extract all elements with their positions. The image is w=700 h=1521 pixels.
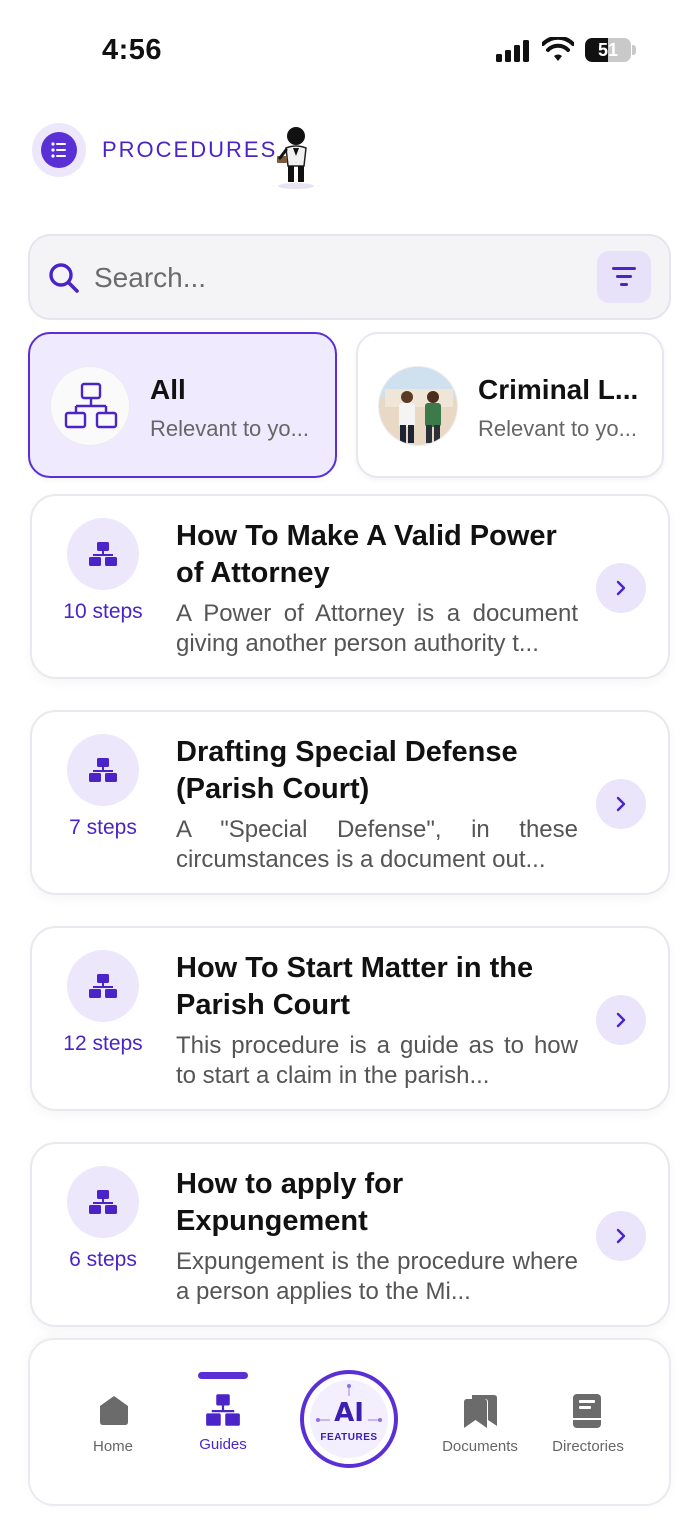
filter-icon <box>612 267 636 286</box>
procedure-description: A Power of Attorney is a document giving… <box>176 600 578 657</box>
ai-subtitle: FEATURES <box>320 1432 378 1443</box>
procedure-description: This procedure is a guide as to how to s… <box>176 1032 578 1089</box>
guides-icon <box>67 734 139 806</box>
procedure-description: Expungement is the procedure where a per… <box>176 1248 578 1305</box>
signal-icon <box>496 40 529 62</box>
steps-count: 7 steps <box>69 816 137 839</box>
nav-directories[interactable]: Directories <box>542 1340 634 1508</box>
search-icon <box>49 263 79 293</box>
nav-documents[interactable]: Documents <box>430 1340 530 1508</box>
hierarchy-icon <box>50 366 130 446</box>
open-procedure-button[interactable] <box>596 563 646 613</box>
chevron-right-icon <box>616 796 626 812</box>
procedure-title: How to apply for Expungement <box>176 1168 404 1237</box>
wifi-icon <box>542 37 574 61</box>
category-title: Criminal L... <box>478 374 639 405</box>
procedure-card[interactable]: 10 steps How To Make A Valid Power of At… <box>30 494 670 679</box>
category-subtitle: Relevant to yo... <box>478 416 637 441</box>
page-title: PROCEDURES <box>102 137 278 162</box>
steps-count: 12 steps <box>63 1032 143 1055</box>
battery-percent: 51 <box>597 40 619 60</box>
nav-label: Documents <box>442 1438 518 1455</box>
procedure-title: How To Start Matter in the Parish Court <box>176 952 534 1021</box>
battery-icon: 51 <box>585 38 631 62</box>
guides-icon <box>67 518 139 590</box>
procedures-screen: 4:56 51 PROCEDURES Search... All Relevan… <box>0 0 700 1521</box>
procedure-title: How To Make A Valid Power of Attorney <box>176 520 557 589</box>
ai-icon: AI FEATURES <box>310 1380 388 1458</box>
nav-label: Directories <box>552 1438 624 1455</box>
menu-button[interactable] <box>32 123 86 177</box>
procedure-card[interactable]: 12 steps How To Start Matter in the Pari… <box>30 926 670 1111</box>
ai-title: AI <box>334 1398 364 1428</box>
procedure-description: A "Special Defense", in these circumstan… <box>176 816 578 873</box>
filter-button[interactable] <box>597 251 651 303</box>
list-icon <box>51 142 66 158</box>
procedure-title: Drafting Special Defense (Parish Court) <box>176 736 518 805</box>
ai-features-button[interactable]: AI FEATURES <box>300 1370 398 1468</box>
search-input[interactable] <box>94 258 574 298</box>
lawyer-mascot-icon <box>277 127 314 189</box>
directories-icon <box>573 1394 601 1428</box>
status-bar: 4:56 51 <box>0 0 700 100</box>
home-icon <box>100 1396 128 1425</box>
open-procedure-button[interactable] <box>596 995 646 1045</box>
status-time: 4:56 <box>102 34 163 66</box>
open-procedure-button[interactable] <box>596 779 646 829</box>
guides-icon <box>67 1166 139 1238</box>
chevron-right-icon <box>616 1228 626 1244</box>
criminal-law-photo <box>378 366 458 446</box>
category-title: All <box>150 374 186 405</box>
search-bar <box>28 234 671 320</box>
category-criminal-law[interactable]: Criminal L... Relevant to yo... <box>356 332 664 478</box>
guides-icon <box>67 950 139 1022</box>
open-procedure-button[interactable] <box>596 1211 646 1261</box>
chevron-right-icon <box>616 1012 626 1028</box>
battery-tip <box>632 45 636 55</box>
nav-label: Home <box>92 1438 133 1455</box>
category-all[interactable]: All Relevant to yo... <box>28 332 337 478</box>
category-subtitle: Relevant to yo... <box>150 416 309 441</box>
guides-icon <box>206 1394 240 1426</box>
procedure-card[interactable]: 6 steps How to apply for Expungement Exp… <box>30 1142 670 1327</box>
chevron-right-icon <box>616 580 626 596</box>
documents-icon <box>464 1395 497 1428</box>
procedure-card[interactable]: 7 steps Drafting Special Defense (Parish… <box>30 710 670 895</box>
steps-count: 6 steps <box>69 1248 137 1271</box>
active-tab-indicator <box>198 1372 248 1379</box>
nav-guides[interactable]: Guides <box>180 1340 266 1508</box>
bottom-nav: Home Guides AI FEATURES Documents Direct… <box>28 1338 671 1506</box>
nav-label: Guides <box>199 1436 247 1453</box>
nav-home[interactable]: Home <box>70 1340 156 1508</box>
steps-count: 10 steps <box>63 600 143 623</box>
